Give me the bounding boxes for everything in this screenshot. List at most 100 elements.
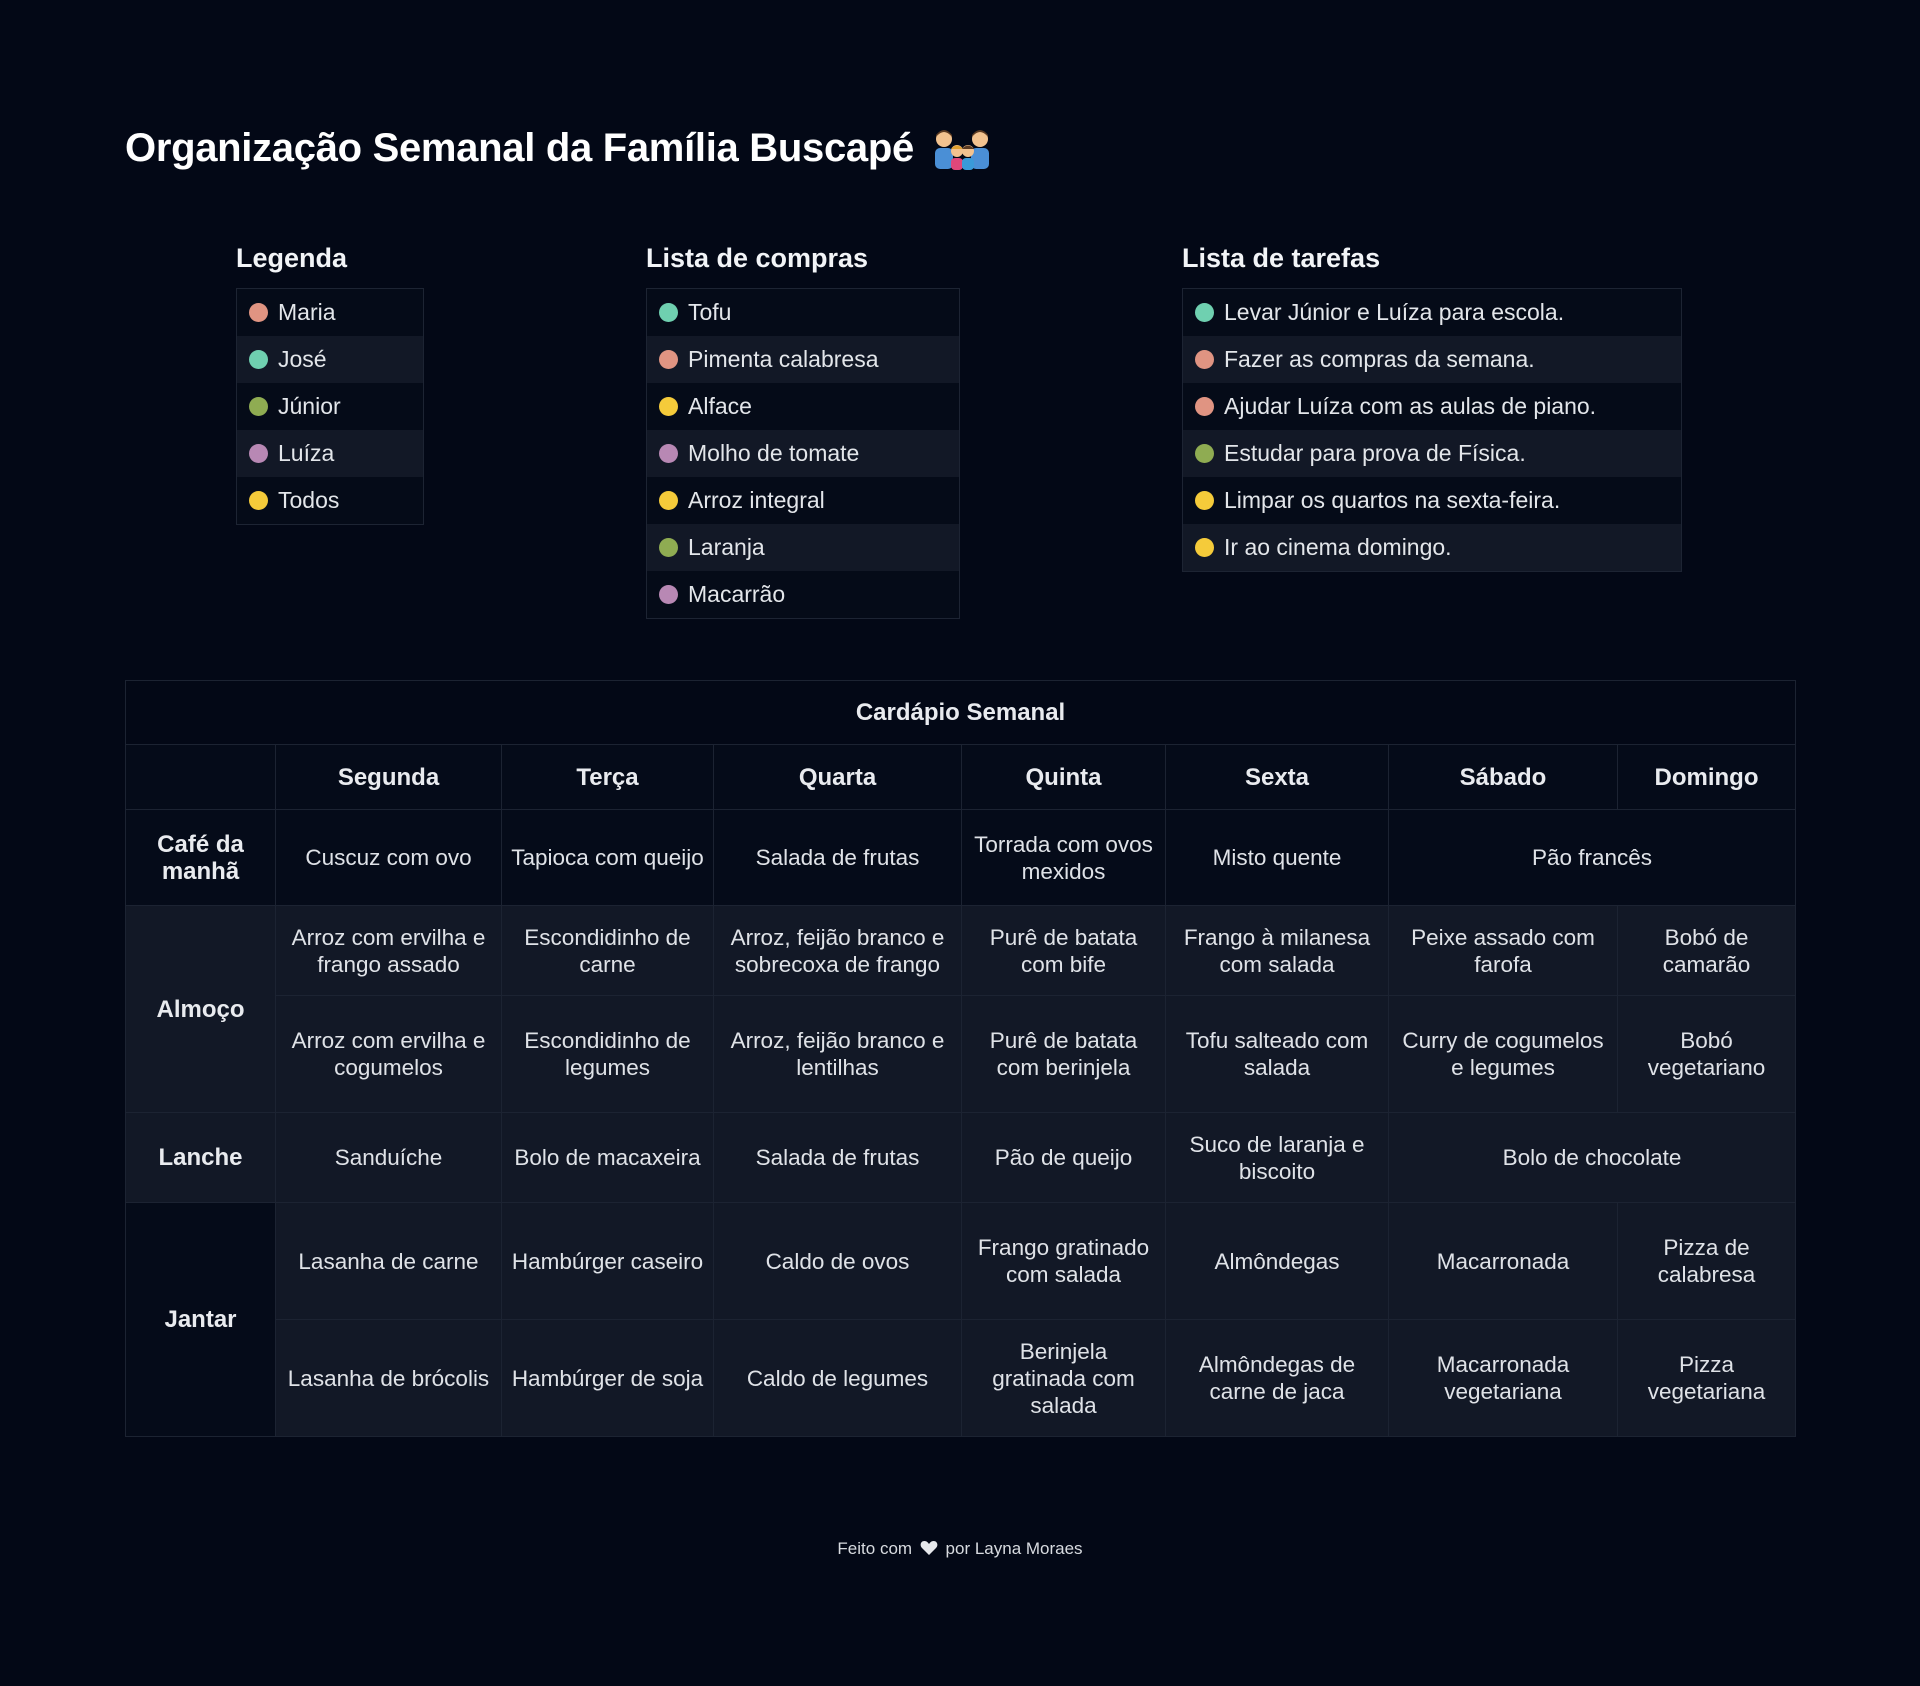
menu-cell: Pizza vegetariana xyxy=(1616,1319,1797,1437)
menu-cell: Arroz, feijão branco e sobrecoxa de fran… xyxy=(713,905,962,996)
list-item: Molho de tomate xyxy=(647,430,959,477)
legend-list: Maria José Júnior Luíza Todos xyxy=(236,288,424,525)
heart-icon xyxy=(920,1541,938,1555)
list-item: Ir ao cinema domingo. xyxy=(1183,524,1681,571)
page: Organização Semanal da Família Buscapé L… xyxy=(0,0,1920,1686)
list-item: Pimenta calabresa xyxy=(647,336,959,383)
list-item: José xyxy=(237,336,423,383)
color-dot-icon xyxy=(659,397,678,416)
color-dot-icon xyxy=(1195,444,1214,463)
meal-label-dinner: Jantar xyxy=(125,1202,276,1437)
menu-cell: Tapioca com queijo xyxy=(501,809,714,906)
day-header: Sábado xyxy=(1388,744,1618,810)
list-item-label: Ajudar Luíza com as aulas de piano. xyxy=(1224,393,1597,419)
list-item-label: Alface xyxy=(688,393,752,419)
lunch-row-2: Arroz com ervilha e cogumelos Escondidin… xyxy=(126,995,1797,1113)
list-item: Macarrão xyxy=(647,571,959,618)
color-dot-icon xyxy=(249,303,268,322)
list-item-label: Ir ao cinema domingo. xyxy=(1224,534,1452,560)
color-dot-icon xyxy=(249,397,268,416)
shopping-heading: Lista de compras xyxy=(646,243,869,273)
menu-cell: Arroz com ervilha e cogumelos xyxy=(275,995,502,1113)
list-item-label: Tofu xyxy=(688,299,732,325)
list-item-label: Pimenta calabresa xyxy=(688,346,879,372)
list-item: Estudar para prova de Física. xyxy=(1183,430,1681,477)
list-item-label: Todos xyxy=(278,487,340,513)
list-item: Limpar os quartos na sexta-feira. xyxy=(1183,477,1681,524)
dinner-row-2: Lasanha de brócolis Hambúrger de soja Ca… xyxy=(126,1319,1797,1437)
menu-cell: Arroz, feijão branco e lentilhas xyxy=(713,995,962,1113)
menu-caption: Cardápio Semanal xyxy=(124,680,1797,745)
weekly-menu-table: Cardápio Semanal Segunda Terça Quarta Qu… xyxy=(124,680,1797,1437)
menu-cell: Purê de batata com berinjela xyxy=(961,995,1166,1113)
menu-cell: Hambúrger caseiro xyxy=(501,1202,714,1320)
list-item: Todos xyxy=(237,477,423,524)
menu-cell: Escondidinho de legumes xyxy=(501,995,714,1113)
menu-cell: Caldo de legumes xyxy=(713,1319,962,1437)
color-dot-icon xyxy=(1195,491,1214,510)
color-dot-icon xyxy=(1195,303,1214,322)
list-item-label: Maria xyxy=(278,299,336,325)
day-header: Terça xyxy=(501,744,714,810)
day-header: Segunda xyxy=(275,744,502,810)
menu-cell: Tofu salteado com salada xyxy=(1165,995,1389,1113)
shopping-section: Lista de compras Tofu Pimenta calabresa Al… xyxy=(646,243,960,619)
menu-caption-row: Cardápio Semanal xyxy=(124,680,1797,745)
menu-cell: Lasanha de carne xyxy=(275,1202,502,1320)
menu-cell: Escondidinho de carne xyxy=(501,905,714,996)
color-dot-icon xyxy=(1195,350,1214,369)
menu-cell: Pizza de calabresa xyxy=(1616,1202,1797,1320)
color-dot-icon xyxy=(249,444,268,463)
list-item: Luíza xyxy=(237,430,423,477)
meal-label-lunch: Almoço xyxy=(125,905,276,1113)
menu-cell: Almôndegas xyxy=(1165,1202,1389,1320)
menu-cell: Pão de queijo xyxy=(961,1112,1166,1203)
menu-cell: Sanduíche xyxy=(275,1112,502,1203)
day-header: Quarta xyxy=(713,744,962,810)
family-emoji-svg xyxy=(934,129,989,170)
list-item-label: Fazer as compras da semana. xyxy=(1224,346,1535,372)
list-item: Laranja xyxy=(647,524,959,571)
family-emoji-icon xyxy=(930,127,994,171)
shopping-list: Tofu Pimenta calabresa Alface Molho de toma… xyxy=(646,288,960,619)
color-dot-icon xyxy=(249,350,268,369)
color-dot-icon xyxy=(659,585,678,604)
menu-cell: Purê de batata com bife xyxy=(961,905,1166,996)
breakfast-row: Café da manhã Cuscuz com ovo Tapioca com… xyxy=(125,809,1797,906)
list-item-label: Arroz integral xyxy=(688,487,825,513)
menu-cell: Lasanha de brócolis xyxy=(275,1319,502,1437)
page-title-text: Organização Semanal da Família Buscapé xyxy=(125,126,914,170)
menu-cell: Frango à milanesa com salada xyxy=(1165,905,1389,996)
meal-label-breakfast: Café da manhã xyxy=(125,809,276,906)
menu-cell: Macarronada vegetariana xyxy=(1388,1319,1618,1437)
menu-cell: Salada de frutas xyxy=(713,1112,962,1203)
menu-cell: Hambúrger de soja xyxy=(501,1319,714,1437)
page-title: Organização Semanal da Família Buscapé xyxy=(125,126,994,171)
menu-cell: Almôndegas de carne de jaca xyxy=(1165,1319,1389,1437)
color-dot-icon xyxy=(659,350,678,369)
menu-cell: Bolo de chocolate xyxy=(1387,1112,1797,1203)
dinner-row-1: Jantar Lasanha de carne Hambúrger caseir… xyxy=(125,1202,1797,1437)
footer-prefix: Feito com xyxy=(837,1539,913,1558)
menu-cell: Curry de cogumelos e legumes xyxy=(1388,995,1618,1113)
color-dot-icon xyxy=(659,444,678,463)
list-item-label: Luíza xyxy=(278,440,335,466)
day-header: Domingo xyxy=(1616,744,1797,810)
list-item-label: Molho de tomate xyxy=(688,440,860,466)
list-item: Levar Júnior e Luíza para escola. xyxy=(1183,289,1681,336)
tasks-list: Levar Júnior e Luíza para escola. Fazer a… xyxy=(1182,288,1682,572)
color-dot-icon xyxy=(659,303,678,322)
menu-cell: Misto quente xyxy=(1165,809,1389,906)
menu-cell: Berinjela gratinada com salada xyxy=(961,1319,1166,1437)
list-item: Tofu xyxy=(647,289,959,336)
day-header: Sexta xyxy=(1165,744,1389,810)
menu-cell: Arroz com ervilha e frango assado xyxy=(275,905,502,996)
color-dot-icon xyxy=(249,491,268,510)
list-item-label: Laranja xyxy=(688,534,765,560)
meal-label-snack: Lanche xyxy=(125,1112,276,1203)
menu-cell: Peixe assado com farofa xyxy=(1388,905,1618,996)
list-item: Maria xyxy=(237,289,423,336)
lunch-row-1: Almoço Arroz com ervilha e frango assado… xyxy=(125,905,1797,1113)
menu-cell: Bobó de camarão xyxy=(1616,905,1797,996)
day-header: Quinta xyxy=(961,744,1166,810)
